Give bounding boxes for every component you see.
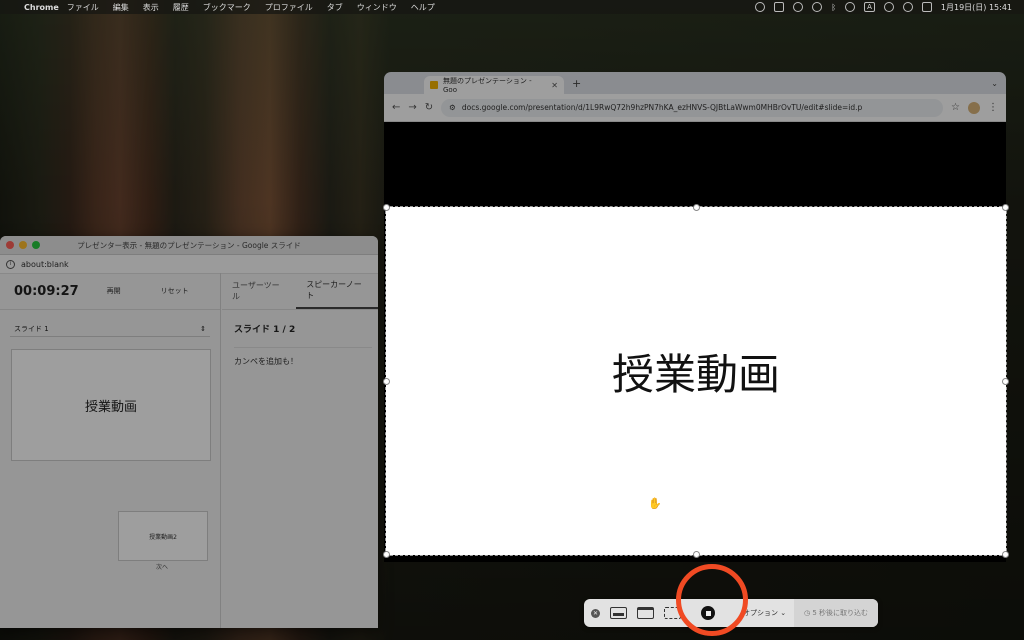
reload-icon[interactable]: ↻ — [425, 102, 433, 113]
reset-button[interactable]: リセット — [161, 286, 189, 296]
resize-handle-top[interactable] — [693, 204, 700, 211]
address-url: docs.google.com/presentation/d/1L9RwQ72h… — [461, 103, 863, 112]
menu-file[interactable]: ファイル — [67, 2, 99, 13]
close-tab-icon[interactable]: ✕ — [551, 81, 558, 90]
presenter-titlebar[interactable]: プレゼンター表示 - 無題のプレゼンテーション - Google スライド — [0, 236, 378, 255]
app-status-icon[interactable] — [774, 2, 785, 12]
menu-view[interactable]: 表示 — [143, 2, 159, 13]
presenter-window: プレゼンター表示 - 無題のプレゼンテーション - Google スライド i … — [0, 236, 378, 628]
slides-favicon-icon — [430, 81, 438, 89]
slide-canvas[interactable]: 授業動画 ✋ — [383, 204, 1009, 558]
record-status-icon[interactable] — [755, 2, 766, 12]
chevron-updown-icon: ⇕ — [200, 325, 206, 333]
resize-handle-top-right[interactable] — [1002, 204, 1009, 211]
forward-icon[interactable]: → — [408, 102, 416, 113]
presenter-url-bar[interactable]: i about:blank — [0, 255, 378, 274]
profile-avatar[interactable] — [968, 101, 980, 114]
resize-handle-bottom-right[interactable] — [1002, 551, 1009, 558]
menu-tab[interactable]: タブ — [327, 2, 343, 13]
resume-button[interactable]: 再開 — [107, 286, 121, 296]
screen-icon[interactable] — [812, 2, 823, 12]
bluetooth-icon[interactable]: ᛒ — [831, 3, 836, 12]
bookmark-star-icon[interactable]: ☆ — [951, 102, 960, 113]
back-icon[interactable]: ← — [392, 102, 400, 113]
capture-button[interactable]: ◷ 5 秒後に取り込む — [793, 599, 878, 627]
capture-window-icon[interactable] — [637, 607, 654, 619]
resize-handle-top-left[interactable] — [383, 204, 390, 211]
close-toolbar-icon[interactable]: ✕ — [591, 608, 600, 618]
presentation-timer: 00:09:27 — [14, 283, 79, 299]
browser-tab-title: 無題のプレゼンテーション - Goo — [443, 77, 532, 94]
presenter-right-pane: ユーザーツール スピーカーノート スライド 1 / 2 カンペを追加も！ — [222, 273, 378, 628]
wifi-icon[interactable] — [883, 2, 894, 12]
tab-search-icon[interactable]: ⌄ — [991, 79, 998, 88]
slide-select-value: スライド 1 — [14, 325, 49, 333]
site-settings-icon[interactable]: ⚙ — [449, 103, 456, 112]
capture-entire-screen-icon[interactable] — [610, 607, 627, 619]
tab-strip: 無題のプレゼンテーション - Goo ✕ + ⌄ — [384, 72, 1006, 94]
next-button[interactable]: 次へ — [118, 562, 206, 571]
speaker-notes[interactable]: カンペを追加も！ — [234, 347, 372, 367]
stop-recording-button[interactable] — [701, 606, 715, 620]
minimize-window-icon[interactable] — [19, 241, 27, 249]
resize-handle-bottom[interactable] — [693, 551, 700, 558]
next-slide-thumbnail[interactable]: 授業動画2 — [118, 511, 208, 561]
more-menu-icon[interactable]: ⋮ — [988, 102, 998, 113]
capture-selection-icon[interactable] — [664, 607, 681, 619]
hand-cursor-icon: ✋ — [648, 497, 662, 510]
menu-window[interactable]: ウィンドウ — [357, 2, 397, 13]
app-name[interactable]: Chrome — [24, 3, 59, 12]
menu-bar: Chrome ファイル 編集 表示 履歴 ブックマーク プロファイル タブ ウィ… — [0, 0, 1024, 14]
options-button[interactable]: オプション ⌄ — [743, 608, 786, 618]
next-slide-text: 授業動画2 — [149, 533, 177, 541]
menu-profiles[interactable]: プロファイル — [265, 2, 313, 13]
slide-title: 授業動画 — [611, 349, 780, 399]
slide-count: スライド 1 / 2 — [234, 325, 296, 335]
tab-speaker-notes[interactable]: スピーカーノート — [296, 273, 378, 309]
resize-handle-bottom-left[interactable] — [383, 551, 390, 558]
presenter-window-title: プレゼンター表示 - 無題のプレゼンテーション - Google スライド — [77, 240, 301, 250]
menu-help[interactable]: ヘルプ — [411, 2, 435, 13]
info-icon[interactable]: i — [6, 259, 15, 269]
resize-handle-left[interactable] — [383, 378, 390, 385]
presenter-tabs: ユーザーツール スピーカーノート — [222, 273, 378, 310]
close-window-icon[interactable] — [6, 241, 14, 249]
current-slide-text: 授業動画 — [84, 399, 137, 415]
screenshot-toolbar: ✕ オプション ⌄ ◷ 5 秒後に取り込む — [584, 599, 878, 627]
menubar-clock[interactable]: 1月19日(日) 15:41 — [941, 2, 1012, 13]
volume-icon[interactable] — [845, 2, 856, 12]
menu-edit[interactable]: 編集 — [113, 2, 129, 13]
new-tab-icon[interactable]: + — [572, 77, 581, 90]
sync-icon[interactable] — [793, 2, 804, 12]
timer-row: 00:09:27 再開 リセット — [0, 273, 220, 310]
address-bar[interactable]: ⚙ docs.google.com/presentation/d/1L9RwQ7… — [441, 98, 944, 117]
browser-toolbar: ← → ↻ ⚙ docs.google.com/presentation/d/1… — [384, 94, 1006, 122]
control-center-icon[interactable] — [921, 2, 932, 12]
resize-handle-right[interactable] — [1002, 378, 1009, 385]
presenter-left-pane: 00:09:27 再開 リセット スライド 1 ⇕ 授業動画 授業動画2 次へ — [0, 273, 221, 628]
keyboard-input-icon[interactable]: A — [864, 2, 875, 12]
browser-tab[interactable]: 無題のプレゼンテーション - Goo ✕ — [424, 76, 564, 94]
zoom-window-icon[interactable] — [32, 241, 40, 249]
menu-bookmarks[interactable]: ブックマーク — [203, 2, 251, 13]
slide-select[interactable]: スライド 1 ⇕ — [10, 322, 210, 337]
search-icon[interactable] — [902, 2, 913, 12]
tab-audience-tools[interactable]: ユーザーツール — [222, 273, 296, 309]
presenter-url: about:blank — [21, 259, 69, 269]
menu-history[interactable]: 履歴 — [173, 2, 189, 13]
current-slide-thumbnail[interactable]: 授業動画 — [11, 349, 211, 461]
